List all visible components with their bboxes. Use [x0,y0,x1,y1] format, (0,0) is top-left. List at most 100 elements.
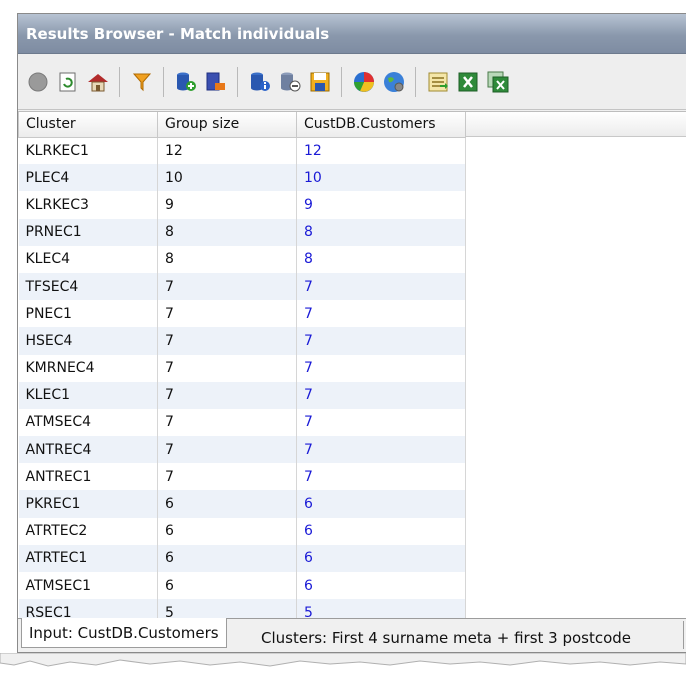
database-add-icon[interactable] [172,68,199,95]
cell-cluster: ANTREC4 [18,436,158,464]
cell-cluster: ATRTEC1 [18,544,158,572]
cell-group-size: 8 [157,245,297,273]
cell-cluster: KLEC1 [18,381,158,409]
cell-group-size: 7 [157,327,297,355]
cell-custdb-customers[interactable]: 6 [296,544,466,572]
toolbar-separator [415,66,416,97]
cell-group-size: 6 [157,517,297,545]
cell-cluster: PNEC1 [18,300,158,328]
database-info-icon[interactable] [246,68,273,95]
cell-custdb-customers[interactable]: 7 [296,300,466,328]
cell-cluster: ANTREC1 [18,463,158,491]
window-title-bar: Results Browser - Match individuals [18,14,686,54]
cell-group-size: 6 [157,572,297,600]
cell-cluster: ATMSEC4 [18,408,158,437]
cell-group-size: 6 [157,490,297,518]
cell-custdb-customers[interactable]: 6 [296,572,466,600]
cell-group-size: 7 [157,436,297,464]
column-header-cluster[interactable]: Cluster [18,112,158,138]
header-filler [465,112,686,137]
tab-label: Input: CustDB.Customers [29,623,219,642]
table-row[interactable]: ATRTEC1 6 6 [18,544,466,572]
column-header-custdb-customers[interactable]: CustDB.Customers [296,112,466,138]
excel-icon[interactable] [454,68,481,95]
cell-custdb-customers[interactable]: 6 [296,490,466,518]
home-icon[interactable] [84,68,111,95]
cell-custdb-customers[interactable]: 12 [296,137,466,165]
table-row[interactable]: KMRNEC4 7 7 [18,354,466,382]
cell-group-size: 7 [157,381,297,409]
tab-strip: Input: CustDB.Customers Clusters: First … [18,618,686,652]
save-icon[interactable] [306,68,333,95]
cell-custdb-customers[interactable]: 8 [296,245,466,273]
stop-icon[interactable] [24,68,51,95]
globe-icon[interactable] [380,68,407,95]
database-export-icon[interactable] [202,68,229,95]
database-link-icon[interactable] [276,68,303,95]
cell-cluster: KLRKEC3 [18,191,158,219]
tab-label: Clusters: First 4 surname meta + first 3… [261,629,632,647]
table-row[interactable]: ATMSEC4 7 7 [18,408,466,437]
refresh-icon[interactable] [54,68,81,95]
cell-group-size: 7 [157,354,297,382]
cell-custdb-customers[interactable]: 7 [296,381,466,409]
table-row[interactable]: ATMSEC1 6 6 [18,572,466,600]
cell-group-size: 6 [157,544,297,572]
cell-cluster: HSEC4 [18,327,158,355]
cell-cluster: PLEC4 [18,164,158,192]
table-row[interactable]: KLEC4 8 8 [18,245,466,273]
tab-input-custdb-customers[interactable]: Input: CustDB.Customers [21,618,227,648]
cell-group-size: 7 [157,272,297,301]
cell-group-size: 12 [157,137,297,165]
cell-custdb-customers[interactable]: 9 [296,191,466,219]
table-row[interactable]: PLEC4 10 10 [18,164,466,192]
table-row[interactable]: HSEC4 7 7 [18,327,466,355]
excel-export-icon[interactable] [484,68,511,95]
cell-custdb-customers[interactable]: 7 [296,327,466,355]
cell-custdb-customers[interactable]: 7 [296,272,466,301]
cell-group-size: 7 [157,300,297,328]
toolbar-separator [163,66,164,97]
cell-cluster: PRNEC1 [18,218,158,246]
column-header-group-size[interactable]: Group size [157,112,297,138]
toolbar [18,54,686,110]
table-row[interactable]: KLEC1 7 7 [18,381,466,409]
toolbar-separator [341,66,342,97]
results-table: Cluster Group size CustDB.Customers KLRK… [18,112,466,627]
torn-edge [0,652,686,680]
table-header-row: Cluster Group size CustDB.Customers [18,112,466,138]
table-row[interactable]: PKREC1 6 6 [18,490,466,518]
results-browser-window: Results Browser - Match individuals Clus… [17,13,686,653]
table-row[interactable]: PRNEC1 8 8 [18,218,466,246]
table-row[interactable]: PNEC1 7 7 [18,300,466,328]
cell-group-size: 10 [157,164,297,192]
cell-cluster: KLEC4 [18,245,158,273]
cell-cluster: KLRKEC1 [18,137,158,165]
cell-custdb-customers[interactable]: 10 [296,164,466,192]
table-row[interactable]: ATRTEC2 6 6 [18,517,466,545]
results-grid: Cluster Group size CustDB.Customers KLRK… [18,111,686,627]
cell-custdb-customers[interactable]: 7 [296,408,466,437]
table-row[interactable]: KLRKEC1 12 12 [18,137,466,165]
table-row[interactable]: ANTREC4 7 7 [18,436,466,464]
cell-custdb-customers[interactable]: 7 [296,354,466,382]
tab-clusters[interactable]: Clusters: First 4 surname meta + first 3… [254,624,638,652]
cell-custdb-customers[interactable]: 8 [296,218,466,246]
table-row[interactable]: ANTREC1 7 7 [18,463,466,491]
cell-cluster: TFSEC4 [18,272,158,301]
cell-group-size: 7 [157,463,297,491]
table-row[interactable]: KLRKEC3 9 9 [18,191,466,219]
cell-custdb-customers[interactable]: 7 [296,463,466,491]
toolbar-separator [119,66,120,97]
cell-group-size: 9 [157,191,297,219]
cell-cluster: ATMSEC1 [18,572,158,600]
cell-custdb-customers[interactable]: 6 [296,517,466,545]
filter-icon[interactable] [128,68,155,95]
torn-edge-shape [0,652,686,667]
cell-custdb-customers[interactable]: 7 [296,436,466,464]
table-row[interactable]: TFSEC4 7 7 [18,272,466,301]
cell-group-size: 8 [157,218,297,246]
pie-chart-icon[interactable] [350,68,377,95]
cell-cluster: KMRNEC4 [18,354,158,382]
report-icon[interactable] [424,68,451,95]
